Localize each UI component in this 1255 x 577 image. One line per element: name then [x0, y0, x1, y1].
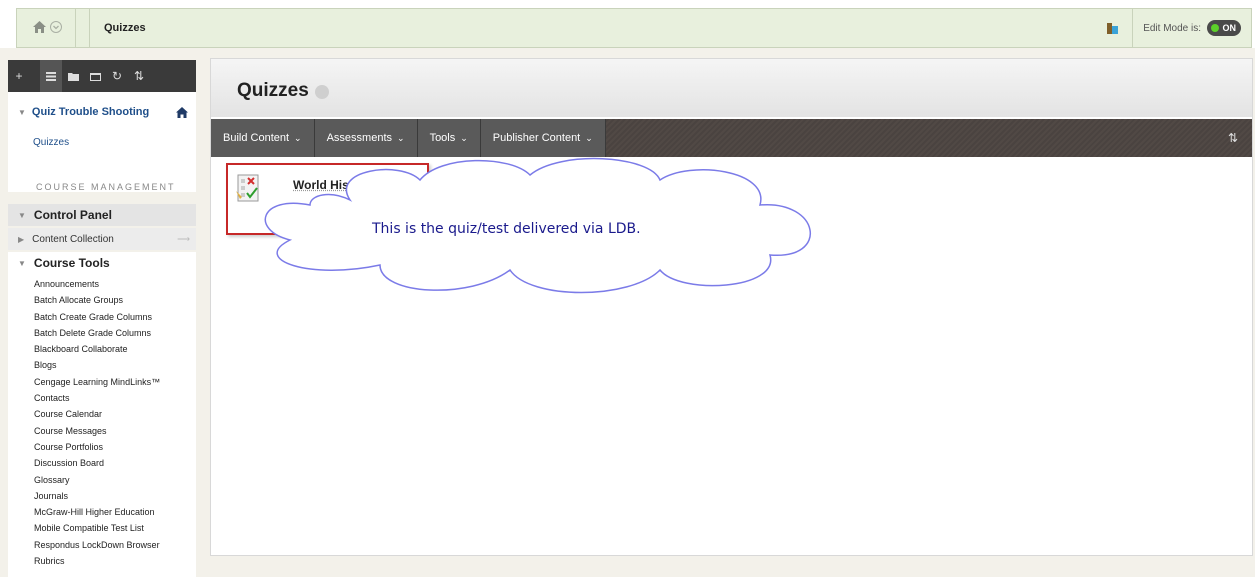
collapse-triangle-icon: ▼ — [18, 258, 26, 268]
breadcrumb-current: Quizzes — [89, 9, 146, 47]
home-icon[interactable] — [33, 21, 46, 33]
collapse-triangle-icon: ▼ — [18, 107, 26, 117]
course-tool-item[interactable]: McGraw-Hill Higher Education — [34, 504, 160, 520]
sort-icon: ⇅ — [133, 69, 145, 83]
course-tools-panel: ▼ Course Tools Announcements Batch Alloc… — [8, 252, 196, 577]
course-nav-panel: ▼ Quiz Trouble Shooting Quizzes — [8, 92, 196, 192]
course-tool-item[interactable]: Announcements — [34, 276, 160, 292]
course-tool-item[interactable]: Course Calendar — [34, 406, 160, 422]
edit-mode-label: Edit Mode is: — [1143, 22, 1201, 34]
course-menu: + ↻ ⇅ ▼ Quiz Trouble Shooting Quizzes CO… — [0, 58, 200, 577]
course-tool-item[interactable]: Respondus LockDown Browser — [34, 537, 160, 553]
breadcrumb: Quizzes Edit Mode is: ON — [16, 8, 1252, 48]
course-tools-header[interactable]: ▼ Course Tools — [8, 256, 110, 270]
course-tool-item[interactable]: Mobile Compatible Test List — [34, 520, 160, 536]
toggle-state: ON — [1222, 23, 1237, 33]
sidebar-item-quizzes[interactable]: Quizzes — [33, 137, 69, 148]
course-tool-item[interactable]: Blogs — [34, 357, 160, 373]
refresh-button[interactable]: ↻ — [106, 60, 128, 92]
course-tool-item[interactable]: Rubrics — [34, 553, 160, 569]
report-icon[interactable] — [1106, 21, 1120, 35]
callout-text: This is the quiz/test delivered via LDB. — [372, 221, 641, 237]
page-title-text: Quizzes — [237, 80, 309, 101]
course-tools-list: Announcements Batch Allocate Groups Batc… — [34, 276, 160, 569]
control-panel-header[interactable]: ▼ Control Panel — [8, 204, 196, 226]
course-management-label: COURSE MANAGEMENT — [36, 182, 176, 192]
page-header: Quizzes — [211, 59, 1252, 117]
chevron-down-icon: ⌄ — [294, 132, 302, 143]
chevron-down-icon: ⌄ — [585, 132, 593, 143]
course-tool-item[interactable]: Blackboard Collaborate — [34, 341, 160, 357]
plus-icon: + — [15, 69, 23, 83]
control-panel-label: Control Panel — [33, 208, 112, 222]
course-title-text: Quiz Trouble Shooting — [31, 106, 150, 118]
course-tools-label: Course Tools — [33, 256, 110, 270]
expand-triangle-icon: ▶ — [18, 234, 25, 244]
menu-label: Assessments — [326, 132, 393, 144]
edit-mode-toggle[interactable]: ON — [1207, 20, 1241, 36]
course-tool-item[interactable]: Batch Delete Grade Columns — [34, 325, 160, 341]
reorder-button[interactable]: ⇅ — [128, 60, 150, 92]
chevron-down-icon: ⌄ — [397, 132, 405, 143]
course-title[interactable]: ▼ Quiz Trouble Shooting — [18, 106, 149, 118]
menu-label: Tools — [429, 132, 456, 144]
chevron-down-icon: ⌄ — [460, 132, 468, 143]
refresh-icon: ↻ — [111, 69, 123, 83]
course-tool-item[interactable]: Batch Create Grade Columns — [34, 309, 160, 325]
course-tool-item[interactable]: Discussion Board — [34, 455, 160, 471]
content-area: Quizzes Build Content ⌄ Assessments ⌄ To… — [210, 58, 1253, 556]
folder-icon — [67, 72, 79, 81]
toggle-indicator — [1211, 24, 1219, 32]
breadcrumb-divider — [75, 9, 76, 47]
sort-icon[interactable]: ⇅ — [1228, 131, 1238, 145]
content-collection-item[interactable]: ▶ Content Collection ⟶ — [8, 228, 196, 250]
menu-label: Publisher Content — [492, 132, 581, 144]
course-home-icon — [176, 107, 188, 118]
course-tool-item[interactable]: Batch Allocate Groups — [34, 292, 160, 308]
top-breadcrumb-bar: Quizzes Edit Mode is: ON — [0, 0, 1255, 48]
arrow-right-icon: ⟶ — [177, 233, 190, 244]
new-window-button[interactable] — [84, 60, 106, 92]
course-tool-item[interactable]: Journals — [34, 488, 160, 504]
topbar-right: Edit Mode is: ON — [1106, 9, 1251, 47]
folder-view-button[interactable] — [62, 60, 84, 92]
course-tool-item[interactable]: Contacts — [34, 390, 160, 406]
add-menu-item-button[interactable]: + — [8, 60, 30, 92]
course-menu-toolbar: + ↻ ⇅ — [8, 60, 196, 92]
content-collection-label: Content Collection — [32, 233, 114, 245]
page-title: Quizzes — [237, 80, 329, 102]
edit-mode: Edit Mode is: ON — [1132, 9, 1251, 47]
breadcrumb-icons — [33, 21, 62, 33]
window-icon — [89, 72, 101, 81]
menu-label: Build Content — [223, 132, 290, 144]
course-tool-item[interactable]: Cengage Learning MindLinks™ — [34, 374, 160, 390]
course-tool-item[interactable]: Course Portfolios — [34, 439, 160, 455]
title-options-icon[interactable] — [314, 85, 329, 99]
course-tool-item[interactable]: Course Messages — [34, 423, 160, 439]
chevron-down-icon[interactable] — [50, 21, 62, 33]
collapse-triangle-icon: ▼ — [18, 210, 26, 220]
list-icon — [46, 71, 56, 81]
course-tool-item[interactable]: Glossary — [34, 472, 160, 488]
list-view-button[interactable] — [40, 60, 62, 92]
